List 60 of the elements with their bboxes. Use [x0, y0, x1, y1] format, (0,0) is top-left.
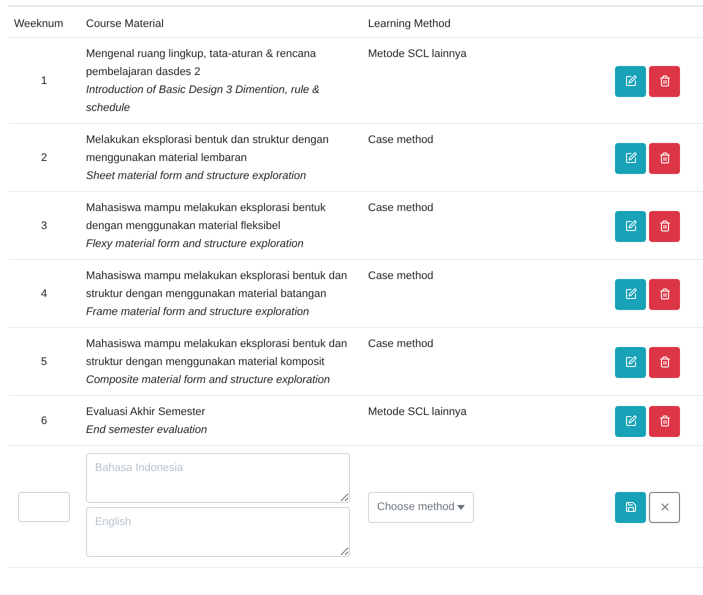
- edit-icon: [624, 288, 636, 300]
- material-text: Evaluasi Akhir Semester: [86, 405, 206, 420]
- edit-icon: [624, 356, 636, 368]
- week-number: 4: [8, 260, 80, 328]
- week-number: 5: [8, 328, 80, 396]
- learning-method: Case method: [362, 328, 604, 396]
- edit-button[interactable]: [615, 66, 646, 96]
- column-header: Course Material: [80, 6, 362, 38]
- trash-icon: [658, 220, 670, 232]
- trash-icon: [658, 288, 670, 300]
- edit-button[interactable]: [615, 406, 646, 436]
- close-icon: [658, 501, 670, 513]
- method-select[interactable]: Choose method: [368, 492, 474, 522]
- edit-button[interactable]: [615, 210, 646, 242]
- material-text: Mahasiswa mampu melakukan eksplorasi bentuk dan struktur dengan menggunakan material batangan: [86, 269, 348, 302]
- delete-button[interactable]: [649, 278, 680, 310]
- material-input[interactable]: Bahasa Indonesia: [86, 453, 350, 503]
- save-icon: [624, 501, 636, 513]
- delete-button[interactable]: [649, 406, 680, 436]
- learning-method: Case method: [362, 192, 604, 260]
- material-english-text: Composite material form and structure exploration: [86, 373, 331, 388]
- week-number: 3: [8, 192, 80, 260]
- learning-method: Metode SCL lainnya: [362, 38, 604, 124]
- week-number: 6: [8, 396, 80, 446]
- column-header: Weeknum: [8, 6, 80, 38]
- delete-button[interactable]: [649, 210, 680, 242]
- trash-icon: [658, 356, 670, 368]
- caret-icon: [456, 504, 465, 510]
- edit-button[interactable]: [615, 278, 646, 310]
- material-english-text: Flexy material form and structure exploration: [86, 237, 305, 252]
- material-english-text: Frame material form and structure exploration: [86, 305, 310, 320]
- trash-icon: [658, 415, 670, 427]
- material-english-text: Introduction of Basic Design 3 Dimention, rule & schedule: [86, 83, 321, 116]
- edit-icon: [624, 220, 636, 232]
- week-number: 1: [8, 38, 80, 124]
- learning-method: Case method: [362, 260, 604, 328]
- material-english-text: Sheet material form and structure exploration: [86, 169, 308, 184]
- material-text: Mahasiswa mampu melakukan eksplorasi bentuk dengan menggunakan material fleksibel: [86, 201, 327, 234]
- edit-icon: [624, 152, 636, 164]
- save-button[interactable]: [615, 492, 646, 522]
- trash-icon: [658, 75, 670, 87]
- edit-button[interactable]: [615, 346, 646, 378]
- material-text: Melakukan eksplorasi bentuk dan struktur dengan menggunakan material lembaran: [86, 133, 330, 166]
- week-number: 2: [8, 124, 80, 192]
- delete-button[interactable]: [649, 142, 680, 174]
- week-input[interactable]: [18, 492, 70, 522]
- material-english-text: End semester evaluation: [86, 423, 208, 438]
- delete-button[interactable]: [649, 66, 680, 96]
- material-text: Mahasiswa mampu melakukan eksplorasi bentuk dan struktur dengan menggunakan material komposit: [86, 337, 348, 370]
- edit-icon: [624, 415, 636, 427]
- material-text: Mengenal ruang lingkup, tata-aturan & rencana pembelajaran dasdes 2: [86, 47, 317, 80]
- cancel-button[interactable]: [649, 492, 680, 522]
- learning-method: Metode SCL lainnya: [362, 396, 604, 446]
- column-header: Learning Method: [362, 6, 604, 38]
- edit-icon: [624, 75, 636, 87]
- edit-button[interactable]: [615, 142, 646, 174]
- learning-method: Case method: [362, 124, 604, 192]
- material-english-input[interactable]: English: [86, 507, 350, 557]
- delete-button[interactable]: [649, 346, 680, 378]
- trash-icon: [658, 152, 670, 164]
